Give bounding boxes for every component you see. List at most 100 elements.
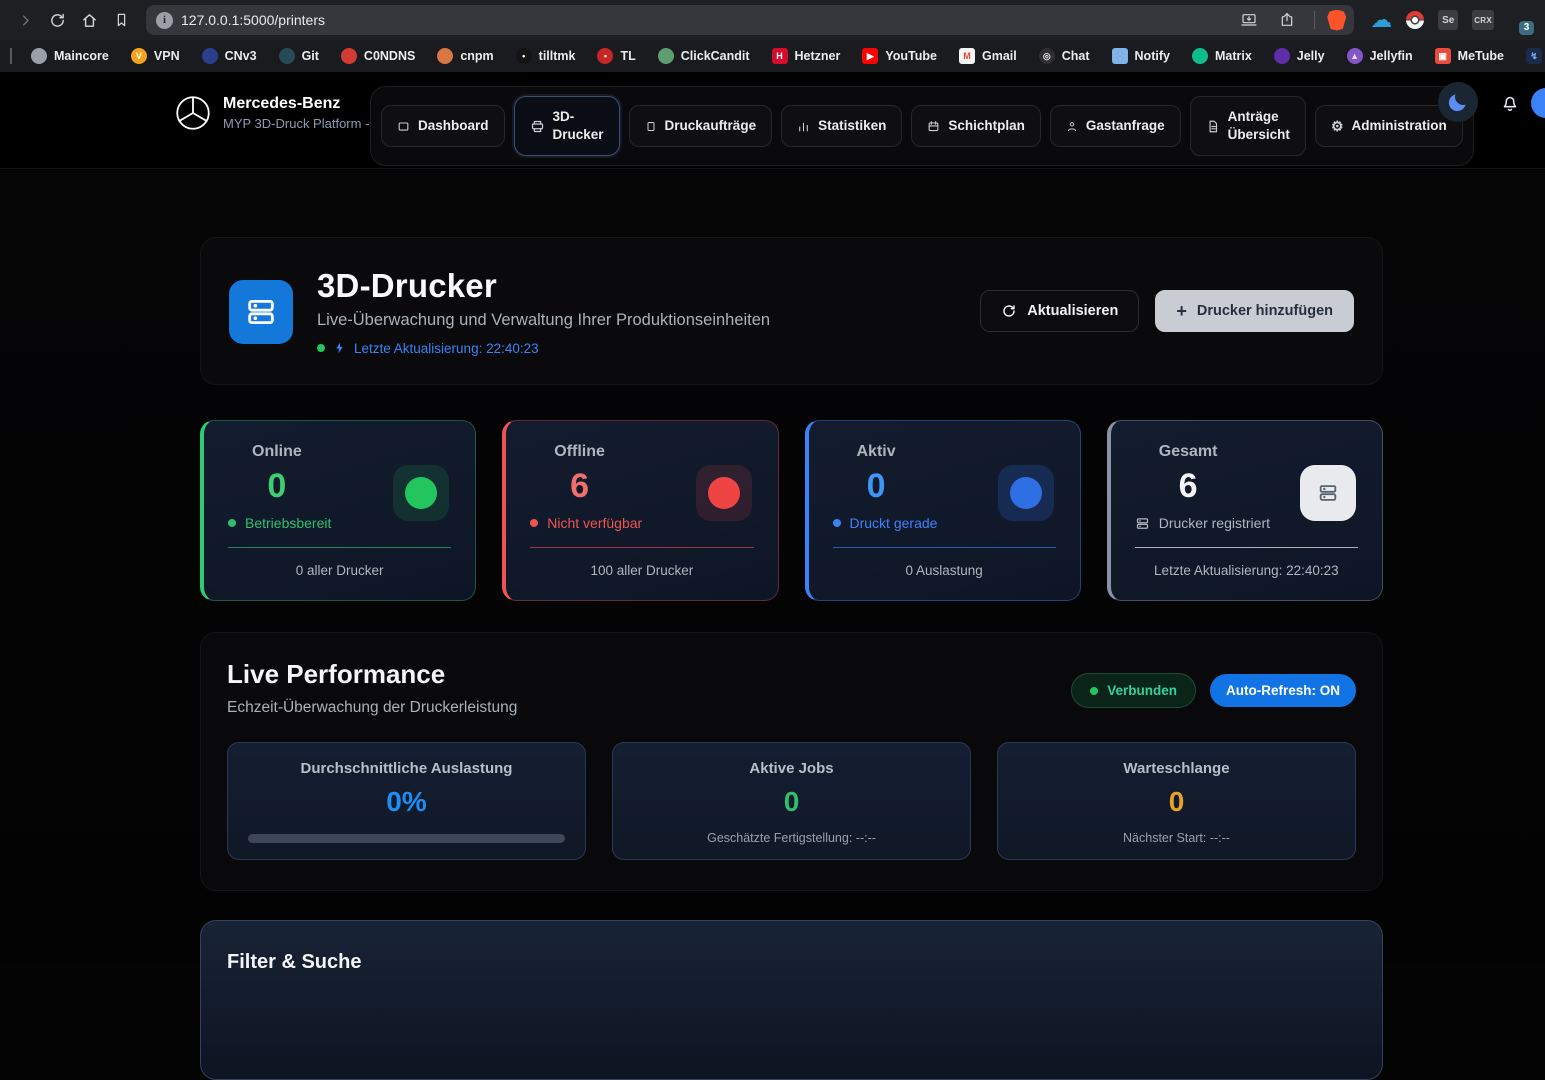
tab-anträge-übersicht[interactable]: Anträge Übersicht bbox=[1190, 96, 1306, 156]
add-printer-button[interactable]: + Drucker hinzufügen bbox=[1155, 290, 1354, 332]
site-header: Mercedes-Benz MYP 3D-Druck Platform - Da… bbox=[0, 72, 1545, 169]
refresh-button-label: Aktualisieren bbox=[1027, 303, 1118, 319]
live-performance-title: Live Performance bbox=[227, 659, 517, 690]
bookmark-jellyfin[interactable]: ▲Jellyfin bbox=[1336, 43, 1424, 69]
share-icon[interactable] bbox=[1272, 5, 1302, 35]
bookmark-jelly[interactable]: Jelly bbox=[1263, 43, 1336, 69]
cloud-extension-icon[interactable]: ☁ bbox=[1370, 9, 1392, 31]
tab-druckaufträge[interactable]: Druckaufträge bbox=[629, 105, 773, 147]
auto-refresh-toggle[interactable]: Auto-Refresh: ON bbox=[1210, 674, 1356, 707]
live-performance-subtitle: Echzeit-Überwachung der Druckerleistung bbox=[227, 699, 517, 717]
metric-value: 0 bbox=[631, 786, 952, 818]
c0ndns-favicon-icon bbox=[341, 48, 357, 64]
stat-divider bbox=[228, 547, 451, 548]
user-avatar[interactable] bbox=[1531, 88, 1545, 118]
tab-label: Dashboard bbox=[418, 117, 489, 135]
bookmark-clickcandit[interactable]: ClickCandit bbox=[647, 43, 761, 69]
shield-extension-icon[interactable]: 3 bbox=[1508, 10, 1527, 31]
tab-gastanfrage[interactable]: Gastanfrage bbox=[1050, 105, 1181, 147]
bookmark-label: Jellyfin bbox=[1370, 49, 1413, 63]
bookmark-matrix[interactable]: Matrix bbox=[1181, 43, 1263, 69]
notify-favicon-icon bbox=[1112, 48, 1128, 64]
filter-search-card: Filter & Suche bbox=[200, 920, 1383, 1080]
performance-metrics-grid: Durchschnittliche Auslastung0%Aktive Job… bbox=[227, 742, 1356, 860]
bookmark-cnpm[interactable]: cnpm bbox=[426, 43, 504, 69]
status-dot bbox=[833, 519, 841, 527]
bookmark-label: YouTube bbox=[885, 49, 937, 63]
reload-icon[interactable] bbox=[42, 5, 72, 35]
mercedes-logo-icon bbox=[175, 95, 211, 131]
bookmark-git[interactable]: Git bbox=[268, 43, 330, 69]
bookmark-youtube[interactable]: ▶YouTube bbox=[851, 43, 948, 69]
site-info-icon[interactable]: i bbox=[156, 12, 173, 29]
url-bar[interactable]: i 127.0.0.1:5000/printers bbox=[146, 5, 1354, 35]
bookmark-label: Git bbox=[302, 49, 319, 63]
stat-footer: 100 aller Drucker bbox=[530, 563, 753, 578]
tab-label: Statistiken bbox=[818, 117, 886, 135]
main-nav-tabs: Dashboard 3D- DruckerDruckaufträge Statist… bbox=[370, 86, 1474, 166]
brave-shield-icon[interactable] bbox=[1327, 10, 1346, 31]
page-title: 3D-Drucker bbox=[317, 267, 980, 305]
connection-dot bbox=[1090, 687, 1098, 695]
bookmark-cnv3[interactable]: CNv3 bbox=[191, 43, 268, 69]
brand[interactable]: Mercedes-Benz MYP 3D-Druck Platform - bbox=[175, 95, 369, 131]
home-icon[interactable] bbox=[74, 5, 104, 35]
bookmark-label: VPN bbox=[154, 49, 180, 63]
metric-subtext: Nächster Start: --:-- bbox=[1016, 831, 1337, 845]
bookmark-tilltmk[interactable]: •tilltmk bbox=[505, 43, 587, 69]
forward-icon[interactable] bbox=[10, 5, 40, 35]
metube-favicon-icon: ▣ bbox=[1435, 48, 1451, 64]
bookmark-linkwarden[interactable]: ↯Linkwarden bbox=[1515, 43, 1545, 69]
metric-subtext: Geschätzte Fertigstellung: --:-- bbox=[631, 831, 952, 845]
bookmark-metube[interactable]: ▣MeTube bbox=[1424, 43, 1515, 69]
toolbar-divider bbox=[1314, 11, 1315, 29]
cnv3-favicon-icon bbox=[202, 48, 218, 64]
bookmark-icon[interactable] bbox=[106, 5, 136, 35]
bookmarks-bar: MaincoreVVPN CNv3 Git C0NDNScnpm•tilltmk•TL… bbox=[0, 40, 1545, 72]
bookmark-notify[interactable]: Notify bbox=[1101, 43, 1181, 69]
tab-statistiken[interactable]: Statistiken bbox=[781, 105, 902, 147]
stat-status-label: Betriebsbereit bbox=[245, 515, 331, 531]
crx-extension-icon[interactable]: CRX bbox=[1472, 10, 1494, 30]
extension-badge: 3 bbox=[1519, 21, 1534, 35]
bookmark-tl[interactable]: •TL bbox=[586, 43, 646, 69]
tab-dashboard[interactable]: Dashboard bbox=[381, 105, 505, 147]
send-to-device-icon[interactable] bbox=[1234, 5, 1264, 35]
bookmark-gmail[interactable]: MGmail bbox=[948, 43, 1028, 69]
tab-3d-drucker[interactable]: 3D- Drucker bbox=[514, 96, 620, 156]
tab-label: Gastanfrage bbox=[1086, 117, 1165, 135]
stat-footer: Letzte Aktualisierung: 22:40:23 bbox=[1135, 563, 1358, 578]
refresh-button[interactable]: Aktualisieren bbox=[980, 290, 1139, 332]
stat-divider bbox=[833, 547, 1056, 548]
plus-icon: + bbox=[1176, 302, 1187, 320]
stat-card-offline: Offline6Nicht verfügbar100 aller Drucker bbox=[502, 420, 778, 601]
add-printer-label: Drucker hinzufügen bbox=[1197, 303, 1333, 319]
bookmark-label: Jelly bbox=[1297, 49, 1325, 63]
metric-card-durchschnittliche-auslastung: Durchschnittliche Auslastung0% bbox=[227, 742, 586, 860]
notifications-bell-icon[interactable] bbox=[1499, 92, 1521, 114]
bookmark-label: Gmail bbox=[982, 49, 1017, 63]
bookmark-vpn[interactable]: VVPN bbox=[120, 43, 191, 69]
jelly-favicon-icon bbox=[1274, 48, 1290, 64]
tab-schichtplan[interactable]: Schichtplan bbox=[911, 105, 1041, 147]
bookmark-label: CNv3 bbox=[225, 49, 257, 63]
bookmark-label: Matrix bbox=[1215, 49, 1252, 63]
stat-value: 0 bbox=[867, 467, 886, 506]
theme-toggle-button[interactable] bbox=[1438, 82, 1478, 122]
status-circle-icon bbox=[393, 465, 449, 521]
git-favicon-icon bbox=[279, 48, 295, 64]
bookmark-chat[interactable]: ◎Chat bbox=[1028, 43, 1101, 69]
metric-title: Durchschnittliche Auslastung bbox=[246, 760, 567, 777]
pokeball-extension-icon[interactable] bbox=[1406, 11, 1424, 29]
stat-value: 6 bbox=[570, 467, 589, 506]
bookmark-c0ndns[interactable]: C0NDNS bbox=[330, 43, 426, 69]
bookmark-maincore[interactable]: Maincore bbox=[20, 43, 120, 69]
stat-divider bbox=[530, 547, 753, 548]
stat-card-aktiv: Aktiv0Druckt gerade0 Auslastung bbox=[805, 420, 1081, 601]
printer-header-icon bbox=[229, 280, 293, 344]
bookmark-label: Hetzner bbox=[795, 49, 841, 63]
brand-subtitle: MYP 3D-Druck Platform - bbox=[223, 116, 369, 131]
bookmark-hetzner[interactable]: HHetzner bbox=[761, 43, 852, 69]
selenium-extension-icon[interactable]: Se bbox=[1438, 10, 1458, 30]
bookmark-label: Notify bbox=[1135, 49, 1170, 63]
